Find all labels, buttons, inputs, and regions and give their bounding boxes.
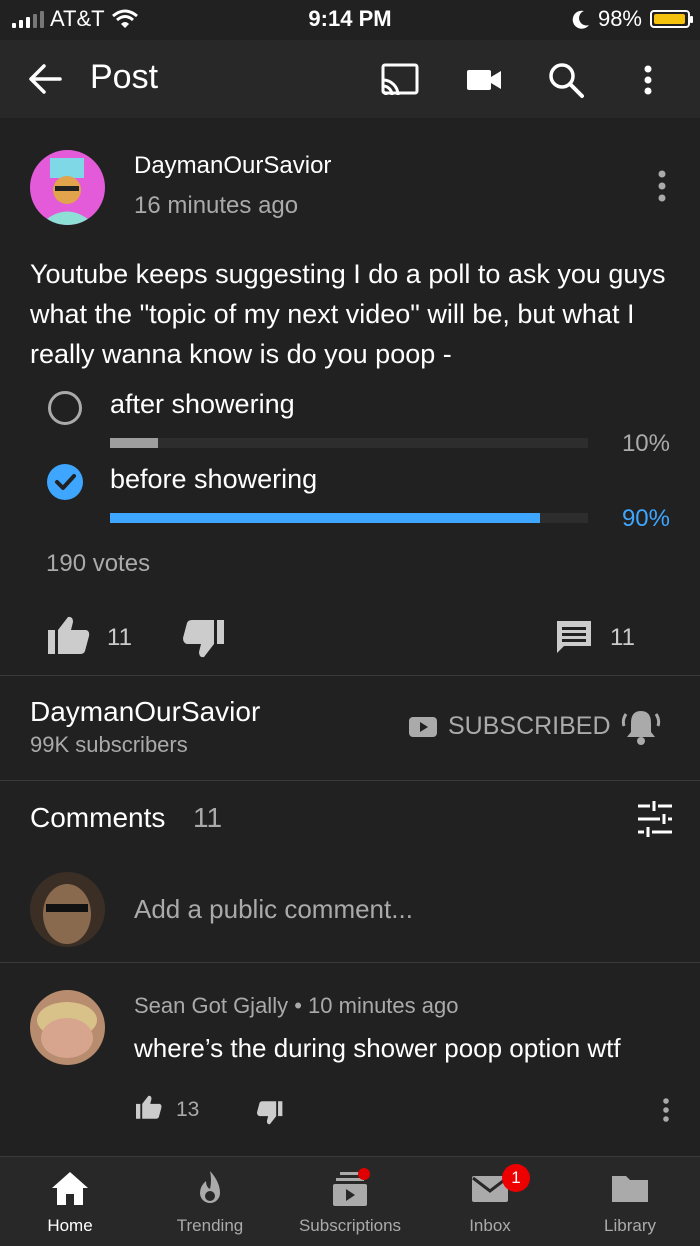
like-count: 11 [107,624,132,651]
nav-trending-label: Trending [176,1216,244,1235]
poll-option-2-label[interactable]: before showering [110,464,317,495]
status-right: 98% [572,6,693,32]
battery-percent: 98% [597,6,642,31]
poll-option-2-track [110,513,588,523]
check-circle-icon[interactable] [47,464,83,500]
sort-filter-icon[interactable] [636,800,674,838]
notification-bell-icon[interactable] [620,706,662,748]
comment-meta: Sean Got Gjally • 10 minutes ago [134,993,458,1019]
poll-option-1-radio[interactable] [48,391,82,425]
youtube-icon [409,716,437,737]
nav-trending[interactable]: Trending [140,1156,280,1245]
comment-more-icon[interactable] [656,1096,676,1126]
folder-icon [612,1176,648,1202]
nav-home-label: Home [47,1216,93,1235]
poll-option-1-bar [110,438,158,448]
app-bar: Post [0,40,700,118]
comment-icon[interactable] [554,618,594,656]
comments-title: Comments [30,802,166,833]
nav-inbox[interactable]: Inbox [420,1156,560,1245]
user-avatar[interactable] [30,872,105,947]
comment-like-count: 13 [176,1098,200,1121]
nav-library-label: Library [604,1216,656,1235]
comment-text: where’s the during shower poop option wt… [134,1033,621,1063]
poll-votes: 190 votes [46,550,151,577]
inbox-badge: 1 [502,1164,530,1192]
thumbs-down-icon[interactable] [182,618,226,660]
channel-name[interactable]: DaymanOurSavior [30,696,260,728]
comment-author[interactable]: Sean Got Gjally [134,993,288,1018]
nav-home[interactable]: Home [0,1156,140,1245]
status-bar: AT&T 9:14 PM 98% [0,0,700,40]
more-vert-icon[interactable] [628,60,668,100]
home-icon [52,1172,88,1205]
divider [0,962,700,963]
divider [0,675,700,676]
video-camera-icon[interactable] [464,60,504,100]
comment-count: 11 [610,624,635,651]
comment-thumbs-up-icon[interactable] [134,1094,164,1120]
nav-subscriptions-label: Subscriptions [298,1216,402,1235]
cast-icon[interactable] [380,60,420,100]
subscribed-button[interactable]: SUBSCRIBED [408,712,611,741]
nav-library[interactable]: Library [560,1156,700,1245]
comment-thumbs-down-icon[interactable] [255,1100,285,1126]
subscriptions-icon [333,1168,370,1206]
comments-count: 11 [193,802,223,833]
add-comment-input[interactable]: Add a public comment... [134,894,413,925]
poll-option-1-label[interactable]: after showering [110,389,295,420]
search-icon[interactable] [546,60,586,100]
comment-separator: • [294,993,302,1018]
battery-icon [650,10,693,28]
channel-subscribers: 99K subscribers [30,732,188,757]
subscribed-label: SUBSCRIBED [448,712,611,740]
moon-icon [572,10,589,29]
back-arrow-icon[interactable] [26,60,64,98]
post-author[interactable]: DaymanOurSavior [134,152,331,180]
page-title: Post [90,58,159,96]
post-time: 16 minutes ago [134,192,299,219]
author-avatar[interactable] [30,150,105,225]
poll-option-2-bar [110,513,541,523]
flame-icon [200,1171,220,1203]
divider [0,780,700,781]
poll-option-2-percent: 90% [621,505,670,532]
nav-subscriptions[interactable]: Subscriptions [280,1156,420,1245]
thumbs-up-icon[interactable] [46,614,92,656]
nav-inbox-label: Inbox [469,1216,511,1235]
comment-time: 10 minutes ago [308,993,459,1018]
poll-option-1-track [110,438,588,448]
commenter-avatar[interactable] [30,990,105,1065]
post-more-icon[interactable] [650,168,674,208]
poll-option-1-percent: 10% [621,430,670,457]
post-text: Youtube keeps suggesting I do a poll to … [30,259,666,369]
